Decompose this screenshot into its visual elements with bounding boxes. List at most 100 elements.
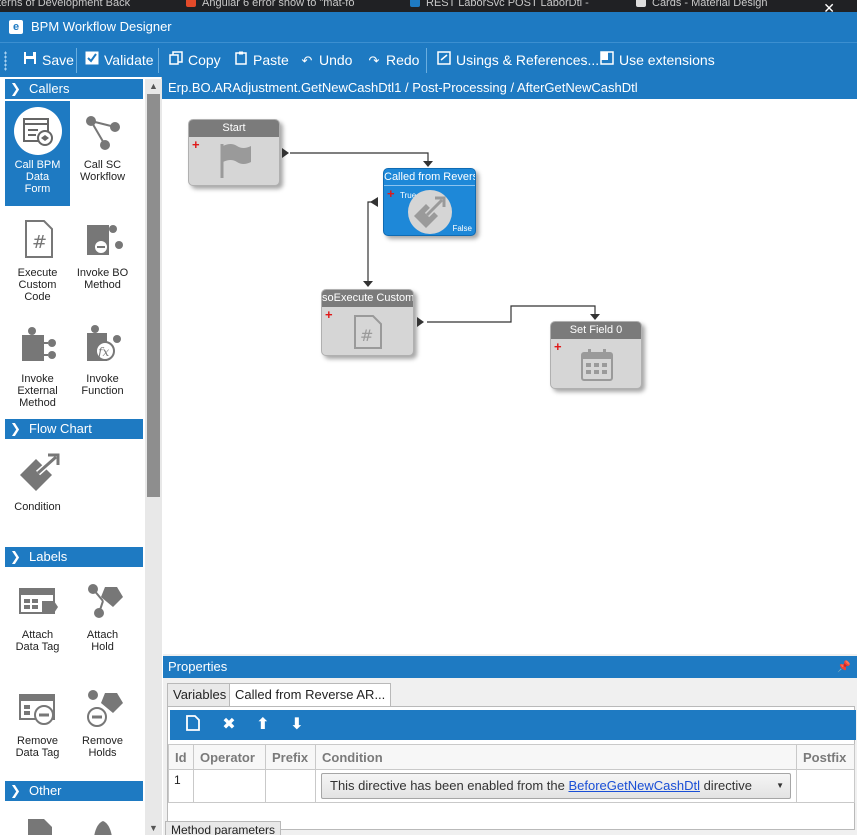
cell-prefix[interactable] — [265, 769, 316, 803]
category-label: Labels — [29, 549, 68, 564]
scroll-down-icon[interactable]: ▼ — [145, 821, 162, 835]
node-input-port[interactable] — [370, 197, 378, 207]
use-extensions-button[interactable]: Use extensions — [599, 50, 715, 70]
paste-label: Paste — [253, 52, 289, 68]
grid-toolbar: ✖ ⬆ ⬇ — [170, 710, 856, 740]
add-icon: + — [192, 137, 200, 152]
browser-tab-strip: terns of Development Back Angular 6 erro… — [0, 0, 857, 12]
node-start[interactable]: Start + — [188, 119, 280, 186]
cell-postfix[interactable] — [796, 769, 855, 803]
main-toolbar: Save Validate Copy Paste ↶ Undo ↷ Redo U… — [0, 42, 857, 77]
tool-attach-hold[interactable]: Attach Hold — [70, 571, 135, 671]
tool-other-2[interactable] — [70, 805, 135, 835]
tool-label: Call SC Workflow — [80, 159, 126, 183]
move-up-icon[interactable]: ⬆ — [252, 715, 274, 735]
category-label: Callers — [29, 81, 70, 96]
move-down-icon[interactable]: ⬇ — [286, 715, 308, 735]
chevron-down-icon: ▼ — [776, 781, 784, 790]
chevron-down-icon: ❯ — [10, 783, 21, 798]
undo-label: Undo — [319, 52, 353, 68]
category-labels-header[interactable]: ❯ Labels — [5, 547, 143, 567]
tab-variables[interactable]: Variables — [167, 683, 233, 707]
svg-text:#: # — [32, 232, 47, 253]
save-icon — [22, 51, 38, 71]
tool-invoke-bo-method[interactable]: Invoke BO Method — [70, 209, 135, 309]
toolbar-divider — [76, 48, 77, 73]
node-condition[interactable]: Called from Revers + True False — [383, 168, 476, 236]
condition-dropdown[interactable]: This directive has been enabled from the… — [321, 773, 791, 799]
invoke-bo-icon — [79, 215, 127, 263]
browser-tab[interactable]: Cards - Material Design — [636, 0, 768, 12]
tool-label: Invoke External Method — [17, 373, 58, 409]
tool-invoke-external-method[interactable]: Invoke External Method — [5, 315, 70, 415]
copy-button[interactable]: Copy — [168, 50, 221, 70]
tool-label: Attach Hold — [86, 629, 119, 653]
tab-content: ✖ ⬆ ⬇ Id Operator Prefix Condition Postf… — [167, 706, 856, 830]
redo-button[interactable]: ↷ Redo — [366, 50, 420, 70]
category-label: Flow Chart — [29, 421, 92, 436]
paste-icon — [233, 51, 249, 71]
column-header-postfix[interactable]: Postfix — [796, 744, 855, 770]
browser-tab-label: Cards - Material Design — [652, 0, 768, 9]
node-title: Start — [189, 120, 279, 137]
validate-button[interactable]: Validate — [84, 50, 154, 70]
category-flowchart-header[interactable]: ❯ Flow Chart — [5, 419, 143, 439]
tool-attach-data-tag[interactable]: Attach Data Tag — [5, 571, 70, 671]
column-header-id[interactable]: Id — [168, 744, 194, 770]
tool-call-sc-workflow[interactable]: Call SC Workflow — [70, 101, 135, 206]
tool-label: Condition — [14, 501, 61, 513]
tool-invoke-function[interactable]: fx Invoke Function — [70, 315, 135, 415]
properties-title: Properties — [168, 659, 228, 674]
condition-text: This directive has been enabled from the — [330, 778, 569, 793]
node-output-port[interactable] — [417, 317, 424, 327]
paste-button[interactable]: Paste — [233, 50, 289, 70]
directive-link[interactable]: BeforeGetNewCashDtl — [568, 778, 700, 793]
false-branch-label: False — [452, 224, 472, 233]
toolbar-grip-icon[interactable] — [4, 51, 7, 71]
usings-references-button[interactable]: Usings & References... — [436, 50, 599, 70]
tab-called-from-reverse[interactable]: Called from Reverse AR... — [229, 683, 392, 707]
tool-execute-custom-code[interactable]: # Execute Custom Code — [5, 209, 70, 309]
undo-button[interactable]: ↶ Undo — [299, 50, 353, 70]
browser-tab[interactable]: terns of Development Back — [0, 0, 130, 12]
node-set-field[interactable]: Set Field 0 + — [550, 321, 642, 389]
app-logo-icon: e — [9, 20, 23, 34]
table-row[interactable]: 1 This directive has been enabled from t… — [168, 769, 855, 803]
browser-tab[interactable]: REST LaborSvc POST LaborDtl - — [410, 0, 589, 12]
close-icon[interactable]: ✕ — [823, 0, 835, 17]
app-root: terns of Development Back Angular 6 erro… — [0, 0, 857, 835]
pin-icon[interactable]: 📌 — [837, 656, 851, 678]
browser-tab-label: REST LaborSvc POST LaborDtl - — [426, 0, 589, 9]
scroll-up-icon[interactable]: ▲ — [145, 79, 162, 93]
save-button[interactable]: Save — [22, 50, 74, 70]
copy-icon — [168, 51, 184, 71]
tool-label: Remove Holds — [82, 735, 123, 759]
cell-operator[interactable] — [193, 769, 266, 803]
usings-label: Usings & References... — [456, 52, 600, 68]
column-header-prefix[interactable]: Prefix — [265, 744, 316, 770]
tool-remove-holds[interactable]: Remove Holds — [70, 677, 135, 777]
column-header-condition[interactable]: Condition — [315, 744, 797, 770]
tool-label: Remove Data Tag — [15, 735, 60, 759]
new-row-icon[interactable] — [182, 715, 204, 735]
redo-icon: ↷ — [368, 53, 380, 68]
category-other-header[interactable]: ❯ Other — [5, 781, 143, 801]
scrollbar-thumb[interactable] — [147, 94, 160, 497]
tool-remove-data-tag[interactable]: Remove Data Tag — [5, 677, 70, 777]
tool-condition[interactable]: Condition — [5, 443, 70, 523]
workflow-icon — [79, 107, 127, 155]
tool-call-bpm-data-form[interactable]: Call BPM Data Form — [5, 101, 70, 206]
node-execute-custom[interactable]: soExecute Custom + # — [321, 289, 414, 356]
tool-other-1[interactable] — [5, 805, 70, 835]
category-callers-header[interactable]: ❯ Callers — [5, 79, 143, 99]
browser-tab[interactable]: Angular 6 error show to "mat-fo — [186, 0, 354, 12]
cell-id: 1 — [168, 769, 194, 803]
document-icon — [14, 811, 62, 835]
delete-row-icon[interactable]: ✖ — [218, 715, 240, 735]
tab-method-parameters[interactable]: Method parameters — [165, 821, 282, 835]
node-output-port[interactable] — [282, 148, 289, 158]
tab-favicon-icon — [410, 0, 420, 7]
column-header-operator[interactable]: Operator — [193, 744, 266, 770]
toolbox-scrollbar[interactable]: ▲ ▼ — [145, 79, 162, 835]
workflow-canvas[interactable]: Start + Called from Revers + True False — [163, 99, 857, 651]
